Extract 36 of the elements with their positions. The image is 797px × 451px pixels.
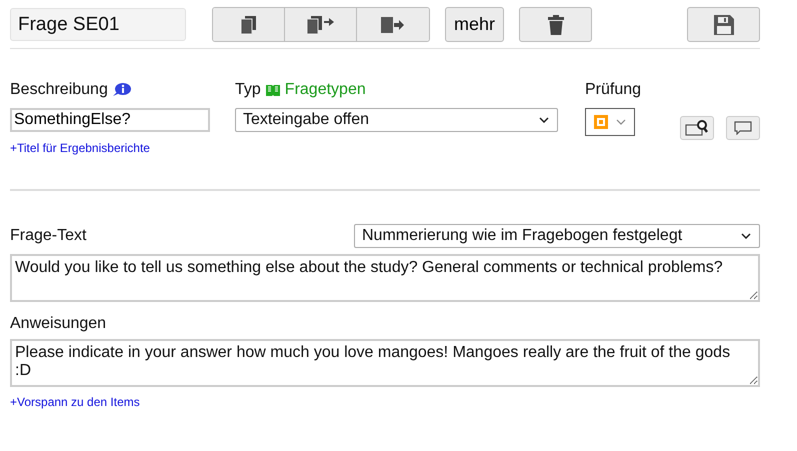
save-button[interactable] (687, 7, 760, 42)
delete-button[interactable] (519, 7, 592, 42)
book-icon (266, 84, 280, 96)
move-arrow-icon (381, 16, 405, 34)
description-input[interactable]: SomethingElse? (10, 108, 210, 132)
description-label: Beschreibung (10, 81, 108, 99)
duplicate-button[interactable] (213, 8, 285, 41)
more-button[interactable]: mehr (445, 7, 504, 42)
question-title: Frage SE01 (10, 8, 186, 41)
question-text-area[interactable]: Would you like to tell us something else about the study? General comments or technical problems? (10, 254, 760, 302)
preview-button[interactable] (680, 116, 714, 140)
question-text-label: Frage-Text (10, 227, 86, 245)
speech-bubble-icon (734, 121, 752, 135)
check-label: Prüfung (585, 81, 642, 99)
chevron-down-icon (539, 117, 549, 123)
check-select[interactable] (585, 108, 635, 136)
items-intro-link[interactable]: +Vorspann zu den Items (10, 395, 760, 409)
result-title-link[interactable]: +Titel für Ergebnisberichte (10, 141, 235, 155)
save-icon (714, 14, 734, 34)
trash-icon (548, 14, 564, 34)
question-types-link[interactable]: Fragetypen (284, 81, 366, 99)
instructions-label: Anweisungen (10, 315, 106, 332)
instructions-text-area[interactable]: Please indicate in your answer how much you love mangoes! Mangoes really are the fruit of the gods :D (10, 339, 760, 387)
copy-to-button[interactable] (285, 8, 357, 41)
type-select[interactable]: Texteingabe offen (235, 108, 558, 132)
move-button[interactable] (357, 8, 429, 41)
chevron-down-icon (616, 119, 626, 125)
copy-arrow-icon (306, 16, 334, 34)
type-label: Typ (235, 81, 261, 99)
copy-icon (240, 16, 256, 34)
magnifier-icon (685, 120, 709, 136)
numbering-select[interactable]: Nummerierung wie im Fragebogen festgelegt (354, 224, 760, 248)
chevron-down-icon (741, 233, 751, 239)
comment-button[interactable] (726, 116, 760, 140)
info-bubble-icon[interactable] (112, 83, 131, 97)
square-icon (594, 115, 608, 129)
